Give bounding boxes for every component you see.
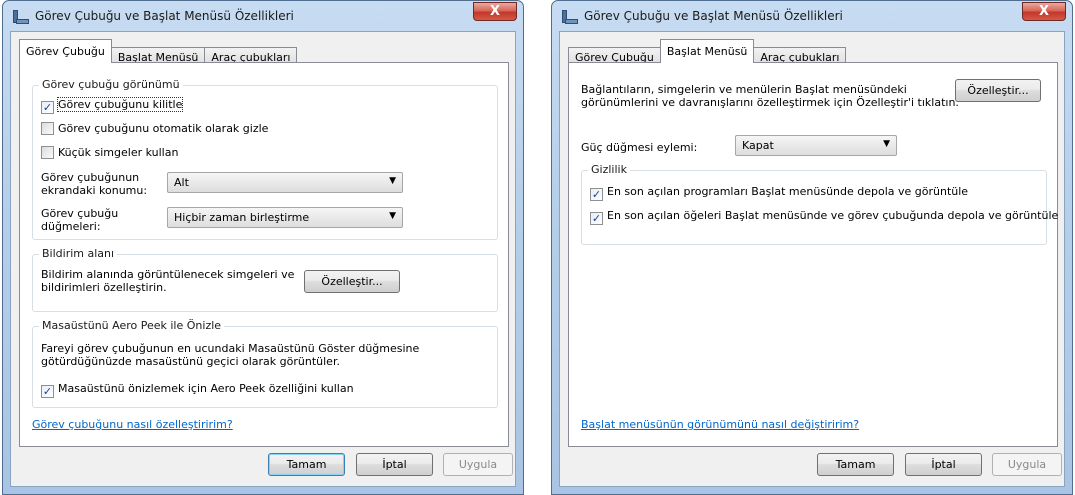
chevron-down-icon: ▼	[389, 176, 396, 186]
checkbox-label: Küçük simgeler kullan	[58, 146, 179, 159]
customize-notifications-button[interactable]: Özelleştir...	[304, 270, 400, 293]
window-title: Görev Çubuğu ve Başlat Menüsü Özellikler…	[35, 9, 294, 23]
power-button-label: Güç düğmesi eylemi:	[581, 141, 698, 154]
tab-taskbar[interactable]: Görev Çubuğu	[19, 39, 112, 63]
apply-button[interactable]: Uygula	[992, 453, 1062, 476]
location-label: Görev çubuğunun	[41, 171, 140, 184]
taskbar-location-dropdown[interactable]: Alt ▼	[167, 172, 403, 193]
buttons-label-line2: düğmeleri:	[41, 220, 101, 233]
recent-programs-checkbox[interactable]: ✓ En son açılan programları Başlat menüsü…	[590, 185, 968, 201]
start-menu-description-line2: görünümlerini ve davranışlarını özelleşt…	[581, 96, 959, 109]
dialog-client-area: Görev Çubuğu Başlat Menüsü Araç çubukları …	[559, 31, 1065, 487]
window-title: Görev Çubuğu ve Başlat Menüsü Özellikler…	[584, 9, 843, 23]
lock-taskbar-checkbox[interactable]: ✓ Görev çubuğunu kilitle	[41, 97, 184, 114]
group-label: Masaüstünü Aero Peek ile Önizle	[39, 319, 225, 332]
dropdown-value: Alt	[174, 176, 189, 189]
dropdown-value: Kapat	[742, 139, 774, 152]
checkbox-box[interactable]	[41, 122, 54, 135]
tab-start-menu[interactable]: Başlat Menüsü	[659, 39, 755, 63]
title-bar[interactable]: Görev Çubuğu ve Başlat Menüsü Özellikler…	[3, 1, 523, 31]
cancel-button[interactable]: İptal	[905, 453, 982, 476]
checkbox-label: En son açılan programları Başlat menüsün…	[607, 185, 969, 198]
title-bar[interactable]: Görev Çubuğu ve Başlat Menüsü Özellikler…	[552, 1, 1072, 31]
group-label: Bildirim alanı	[39, 247, 118, 260]
checkbox-label: Görev çubuğunu kilitle	[56, 97, 184, 112]
tab-strip: Görev Çubuğu Başlat Menüsü Araç çubukları	[19, 39, 298, 67]
group-label: Görev çubuğu görünümü	[39, 78, 183, 91]
help-link[interactable]: Başlat menüsünün görünümünü nasıl değişt…	[581, 418, 859, 431]
cancel-button[interactable]: İptal	[356, 453, 433, 476]
aero-peek-text: Fareyi görev çubuğunun en ucundaki Masaü…	[41, 342, 420, 355]
group-label: Gizlilik	[588, 163, 630, 176]
close-button[interactable]: X	[1022, 2, 1066, 21]
taskbar-buttons-dropdown[interactable]: Hiçbir zaman birleştirme ▼	[167, 207, 403, 228]
taskbar-properties-window-right: Görev Çubuğu ve Başlat Menüsü Özellikler…	[551, 0, 1073, 495]
checkbox-label: En son açılan öğeleri Başlat menüsünde v…	[607, 209, 1059, 222]
checkbox-label: Masaüstünü önizlemek için Aero Peek özel…	[58, 382, 354, 395]
notification-text-line2: bildirimleri özelleştirin.	[41, 281, 167, 294]
customize-start-menu-button[interactable]: Özelleştir...	[955, 79, 1041, 102]
group-notification-area: Bildirim alanı Bildirim alanında görüntü…	[32, 247, 498, 312]
auto-hide-checkbox[interactable]: Görev çubuğunu otomatik olarak gizle	[41, 122, 268, 135]
group-privacy: Gizlilik ✓ En son açılan programları Başl…	[581, 163, 1058, 245]
help-link[interactable]: Görev çubuğunu nasıl özelleştiririm?	[32, 418, 233, 431]
small-icons-checkbox[interactable]: Küçük simgeler kullan	[41, 146, 178, 159]
checkmark-icon[interactable]: ✓	[590, 188, 603, 201]
aero-peek-checkbox[interactable]: ✓ Masaüstünü önizlemek için Aero Peek öze…	[41, 382, 354, 398]
apply-button[interactable]: Uygula	[443, 453, 513, 476]
ok-button[interactable]: Tamam	[268, 453, 345, 476]
taskbar-properties-window-left: Görev Çubuğu ve Başlat Menüsü Özellikler…	[2, 0, 524, 495]
power-button-action-dropdown[interactable]: Kapat ▼	[735, 135, 897, 156]
dropdown-value: Hiçbir zaman birleştirme	[174, 211, 310, 224]
checkbox-label: Görev çubuğunu otomatik olarak gizle	[58, 122, 269, 135]
taskbar-properties-icon	[562, 10, 578, 24]
start-menu-description: Bağlantıların, simgelerin ve menülerin B…	[581, 83, 907, 96]
chevron-down-icon: ▼	[389, 211, 396, 221]
aero-peek-text-line2: götürdüğünüzde masaüstünü geçici olarak …	[41, 355, 340, 368]
checkmark-icon[interactable]: ✓	[590, 212, 603, 225]
group-taskbar-appearance: Görev çubuğu görünümü ✓ Görev çubuğunu ki…	[32, 78, 498, 240]
location-label-line2: ekrandaki konumu:	[41, 184, 148, 197]
tab-strip: Görev Çubuğu Başlat Menüsü Araç çubukları	[568, 39, 847, 67]
buttons-label: Görev çubuğu	[41, 207, 119, 220]
taskbar-properties-icon	[13, 10, 29, 24]
checkmark-icon[interactable]: ✓	[41, 101, 54, 114]
close-button[interactable]: X	[473, 2, 517, 21]
checkmark-icon[interactable]: ✓	[41, 385, 54, 398]
tab-panel-start-menu: Bağlantıların, simgelerin ve menülerin B…	[568, 62, 1058, 447]
notification-text: Bildirim alanında görüntülenecek simgele…	[41, 268, 295, 281]
checkbox-box[interactable]	[41, 146, 54, 159]
chevron-down-icon: ▼	[883, 139, 890, 149]
recent-items-checkbox[interactable]: ✓ En son açılan öğeleri Başlat menüsünde …	[590, 209, 1058, 225]
dialog-client-area: Görev Çubuğu Başlat Menüsü Araç çubukları …	[10, 31, 516, 487]
ok-button[interactable]: Tamam	[817, 453, 894, 476]
group-aero-peek: Masaüstünü Aero Peek ile Önizle Fareyi g…	[32, 319, 498, 408]
tab-panel-taskbar: Görev çubuğu görünümü ✓ Görev çubuğunu ki…	[19, 62, 509, 447]
